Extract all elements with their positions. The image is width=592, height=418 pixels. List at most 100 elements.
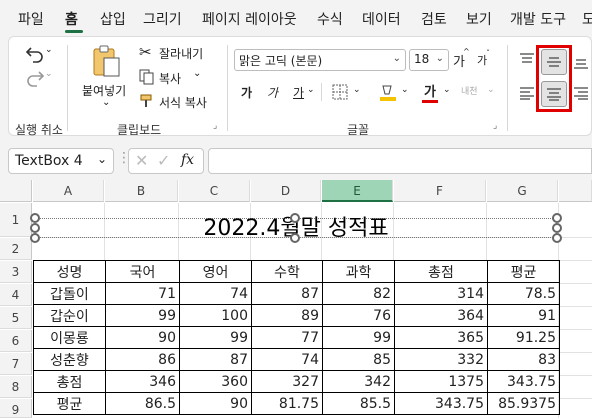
table-cell[interactable]: 89 xyxy=(251,304,323,327)
table-cell[interactable]: 78.5 xyxy=(487,282,560,305)
menu-home[interactable]: 홈 xyxy=(65,9,78,29)
col-header-c[interactable]: C xyxy=(179,180,250,202)
row-header-2[interactable]: 2 xyxy=(0,238,32,260)
row-header-4[interactable]: 4 xyxy=(0,284,32,306)
undo-dropdown-icon[interactable]: ⌄ xyxy=(45,45,53,55)
scissors-icon[interactable]: ✂ xyxy=(139,43,152,61)
table-cell[interactable]: 343.75 xyxy=(394,392,488,415)
table-header-cell[interactable]: 성명 xyxy=(33,260,106,283)
table-cell[interactable]: 갑돌이 xyxy=(33,282,106,305)
menu-page-layout[interactable]: 페이지 레이아웃 xyxy=(202,9,297,29)
table-cell[interactable]: 87 xyxy=(179,348,252,371)
table-cell[interactable]: 총점 xyxy=(33,370,106,393)
table-cell[interactable]: 90 xyxy=(179,392,252,415)
fill-color-dropdown-icon[interactable]: ⌄ xyxy=(401,85,409,95)
table-cell[interactable]: 77 xyxy=(251,326,323,349)
table-header-cell[interactable]: 영어 xyxy=(179,260,252,283)
menu-review[interactable]: 검토 xyxy=(421,9,447,29)
format-painter-icon[interactable] xyxy=(139,93,155,109)
table-cell[interactable]: 81.75 xyxy=(251,392,323,415)
table-header-cell[interactable]: 총점 xyxy=(394,260,488,283)
menu-draw[interactable]: 그리기 xyxy=(143,9,182,29)
col-header-f[interactable]: F xyxy=(394,180,486,202)
table-cell[interactable]: 91 xyxy=(487,304,560,327)
table-cell[interactable]: 76 xyxy=(322,304,395,327)
table-cell[interactable]: 87 xyxy=(251,282,323,305)
resize-handle[interactable] xyxy=(30,223,40,233)
menu-insert[interactable]: 삽입 xyxy=(100,9,126,29)
copy-icon[interactable] xyxy=(139,69,155,85)
insert-function-button[interactable]: fx xyxy=(181,152,194,168)
table-cell[interactable]: 갑순이 xyxy=(33,304,106,327)
borders-dropdown-icon[interactable]: ⌄ xyxy=(353,85,361,95)
table-cell[interactable]: 99 xyxy=(179,326,252,349)
row-header-9[interactable]: 9 xyxy=(0,399,32,418)
table-header-cell[interactable]: 평균 xyxy=(487,260,560,283)
resize-handle[interactable] xyxy=(30,233,40,243)
row-header-6[interactable]: 6 xyxy=(0,330,32,352)
menu-more[interactable]: 도 xyxy=(582,9,592,29)
underline-dropdown-icon[interactable]: ⌄ xyxy=(307,85,315,95)
table-cell[interactable]: 343.75 xyxy=(487,370,560,393)
align-bottom-icon[interactable] xyxy=(571,53,591,73)
font-color-icon[interactable]: 가 xyxy=(419,81,441,103)
table-cell[interactable]: 346 xyxy=(105,370,180,393)
col-header-b[interactable]: B xyxy=(105,180,178,202)
bold-button[interactable]: 가 xyxy=(241,84,252,101)
table-cell[interactable]: 360 xyxy=(179,370,252,393)
italic-button[interactable]: 가 xyxy=(267,84,278,101)
table-cell[interactable]: 평균 xyxy=(33,392,106,415)
resize-handle[interactable] xyxy=(552,233,562,243)
col-header-h[interactable] xyxy=(559,180,592,202)
copy-dropdown-icon[interactable]: ⌄ xyxy=(193,68,201,79)
col-header-g[interactable]: G xyxy=(487,180,558,202)
redo-dropdown-icon[interactable]: ⌄ xyxy=(45,69,53,79)
align-left-icon[interactable] xyxy=(517,83,537,103)
table-cell[interactable]: 83 xyxy=(487,348,560,371)
table-cell[interactable]: 342 xyxy=(322,370,395,393)
table-cell[interactable]: 성춘향 xyxy=(33,348,106,371)
resize-handle[interactable] xyxy=(290,233,300,243)
row-header-1[interactable]: 1 xyxy=(0,203,32,237)
borders-icon[interactable] xyxy=(331,83,349,101)
table-cell[interactable]: 74 xyxy=(179,282,252,305)
font-size-dropdown[interactable]: 18 ⌄ xyxy=(409,49,449,71)
table-cell[interactable]: 85.9375 xyxy=(487,392,560,415)
resize-handle[interactable] xyxy=(290,213,300,223)
menu-data[interactable]: 데이터 xyxy=(362,9,401,29)
name-box[interactable]: TextBox 4 ⌄ xyxy=(8,148,114,174)
paste-icon[interactable] xyxy=(89,43,123,79)
table-header-cell[interactable]: 국어 xyxy=(105,260,180,283)
menu-file[interactable]: 파일 xyxy=(18,9,44,29)
font-dialog-launcher-icon[interactable]: ⌟ xyxy=(493,121,497,131)
row-header-8[interactable]: 8 xyxy=(0,376,32,398)
font-color-dropdown-icon[interactable]: ⌄ xyxy=(443,85,451,95)
resize-handle[interactable] xyxy=(552,223,562,233)
paste-dropdown-icon[interactable]: ⌄ xyxy=(102,97,110,108)
select-all-corner[interactable] xyxy=(0,180,32,202)
row-header-3[interactable]: 3 xyxy=(0,261,32,283)
table-cell[interactable]: 86 xyxy=(105,348,180,371)
menu-view[interactable]: 보기 xyxy=(466,9,492,29)
table-header-cell[interactable]: 과학 xyxy=(322,260,395,283)
col-header-a[interactable]: A xyxy=(33,180,104,202)
clipboard-dialog-launcher-icon[interactable]: ⌟ xyxy=(213,121,217,131)
table-cell[interactable]: 1375 xyxy=(394,370,488,393)
fill-color-icon[interactable] xyxy=(377,81,399,103)
table-cell[interactable]: 99 xyxy=(105,304,180,327)
format-painter-button[interactable]: 서식 복사 xyxy=(159,94,207,111)
font-name-dropdown[interactable]: 맑은 고딕 (본문) ⌄ xyxy=(234,49,406,71)
menu-formulas[interactable]: 수식 xyxy=(317,9,343,29)
table-cell[interactable]: 86.5 xyxy=(105,392,180,415)
table-cell[interactable]: 이몽룡 xyxy=(33,326,106,349)
table-cell[interactable]: 314 xyxy=(394,282,488,305)
resize-handle[interactable] xyxy=(30,213,40,223)
table-cell[interactable]: 90 xyxy=(105,326,180,349)
table-cell[interactable]: 74 xyxy=(251,348,323,371)
table-cell[interactable]: 85.5 xyxy=(322,392,395,415)
col-header-e[interactable]: E xyxy=(322,180,393,202)
menu-developer[interactable]: 개발 도구 xyxy=(510,9,566,29)
enter-icon[interactable]: ✓ xyxy=(157,151,170,170)
table-cell[interactable]: 100 xyxy=(179,304,252,327)
align-right-icon[interactable] xyxy=(571,83,591,103)
